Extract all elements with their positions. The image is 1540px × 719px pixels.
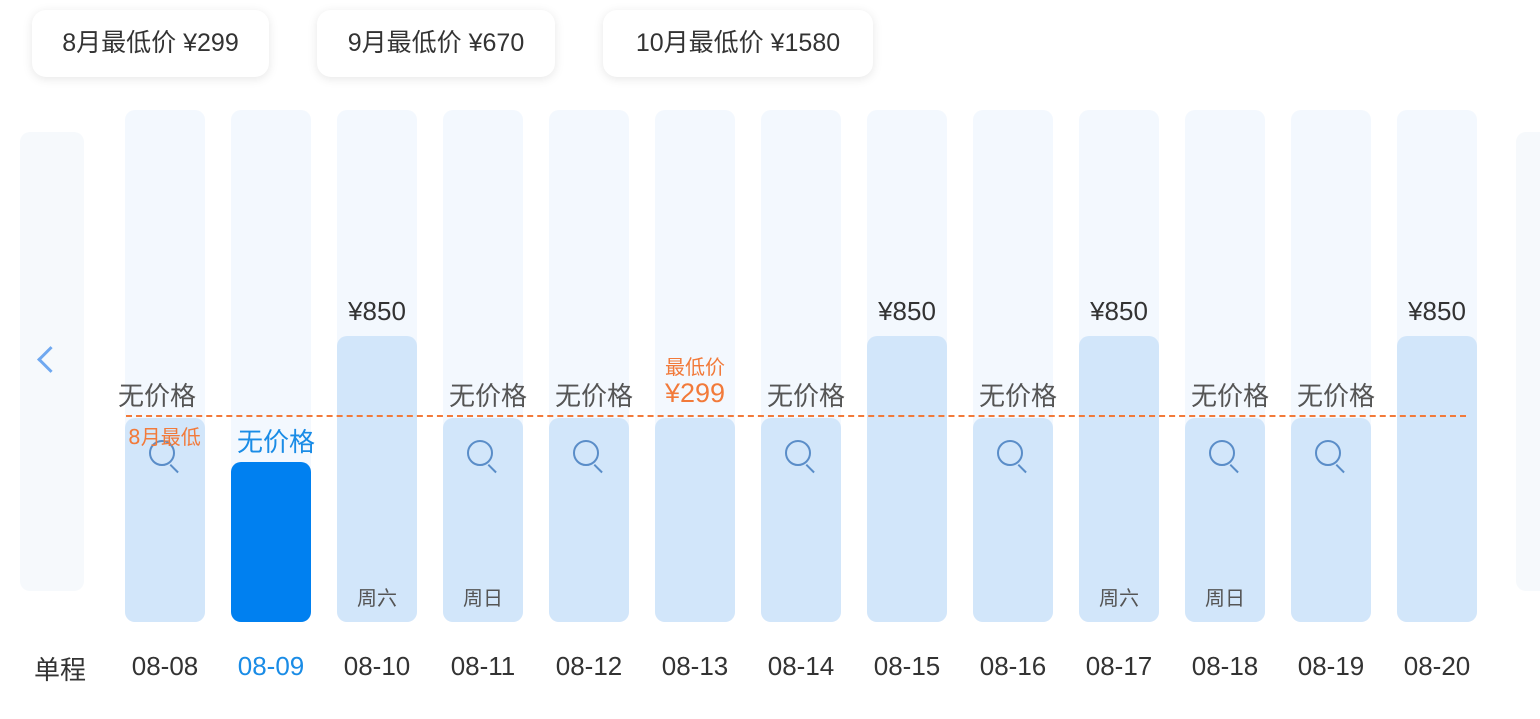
- price-bar[interactable]: [337, 336, 417, 622]
- weekday-label: 周六: [1099, 586, 1139, 610]
- price-bar[interactable]: [867, 336, 947, 622]
- no-price-label: 无价格: [554, 382, 633, 412]
- month-chip-oct[interactable]: 10月最低价 ¥1580: [603, 10, 873, 77]
- date-label[interactable]: 08-19: [1276, 651, 1386, 682]
- no-price-label: 无价格: [117, 382, 196, 412]
- day-price-label: ¥850: [878, 296, 936, 326]
- chevron-left-icon: [37, 346, 64, 373]
- no-price-label: 无价格: [1296, 382, 1375, 412]
- search-price-icon[interactable]: [1315, 440, 1341, 466]
- no-price-label: 无价格: [978, 382, 1057, 412]
- weekday-label: 周六: [357, 586, 397, 610]
- next-week-button[interactable]: [1516, 132, 1540, 591]
- date-label[interactable]: 08-11: [428, 651, 538, 682]
- weekday-label: 周日: [463, 586, 503, 610]
- trip-type-label: 单程: [34, 656, 87, 686]
- price-bar[interactable]: [655, 418, 735, 622]
- price-bar[interactable]: [1079, 336, 1159, 622]
- date-label[interactable]: 08-15: [852, 651, 962, 682]
- lowest-price-tag: 最低价: [665, 355, 725, 379]
- search-price-icon[interactable]: [997, 440, 1023, 466]
- month-chip-sep[interactable]: 9月最低价 ¥670: [317, 10, 555, 77]
- search-price-icon[interactable]: [785, 440, 811, 466]
- date-label[interactable]: 08-16: [958, 651, 1068, 682]
- search-price-icon[interactable]: [1209, 440, 1235, 466]
- date-label[interactable]: 08-14: [746, 651, 856, 682]
- no-price-label: 无价格: [766, 382, 845, 412]
- date-label[interactable]: 08-13: [640, 651, 750, 682]
- date-label[interactable]: 08-12: [534, 651, 644, 682]
- price-bar[interactable]: [231, 462, 311, 622]
- day-price-label: ¥850: [1408, 296, 1466, 326]
- search-price-icon[interactable]: [573, 440, 599, 466]
- prev-week-button[interactable]: [20, 132, 84, 591]
- day-price-label: ¥850: [1090, 296, 1148, 326]
- no-price-label: 无价格: [448, 382, 527, 412]
- search-price-icon[interactable]: [467, 440, 493, 466]
- monthly-min-price-line: [126, 415, 1466, 417]
- monthly-min-price-label: 8月最低: [128, 425, 201, 449]
- date-label[interactable]: 08-18: [1170, 651, 1280, 682]
- date-label[interactable]: 08-08: [110, 651, 220, 682]
- date-label[interactable]: 08-09: [216, 651, 326, 682]
- date-label[interactable]: 08-10: [322, 651, 432, 682]
- date-label[interactable]: 08-17: [1064, 651, 1174, 682]
- weekday-label: 周日: [1205, 586, 1245, 610]
- month-chip-aug[interactable]: 8月最低价 ¥299: [32, 10, 269, 77]
- day-price-label: ¥850: [348, 296, 406, 326]
- price-bar[interactable]: [1397, 336, 1477, 622]
- no-price-label: 无价格: [1190, 382, 1269, 412]
- no-price-label: 无价格: [236, 428, 315, 458]
- date-label[interactable]: 08-20: [1382, 651, 1492, 682]
- lowest-price-value: ¥299: [664, 378, 726, 408]
